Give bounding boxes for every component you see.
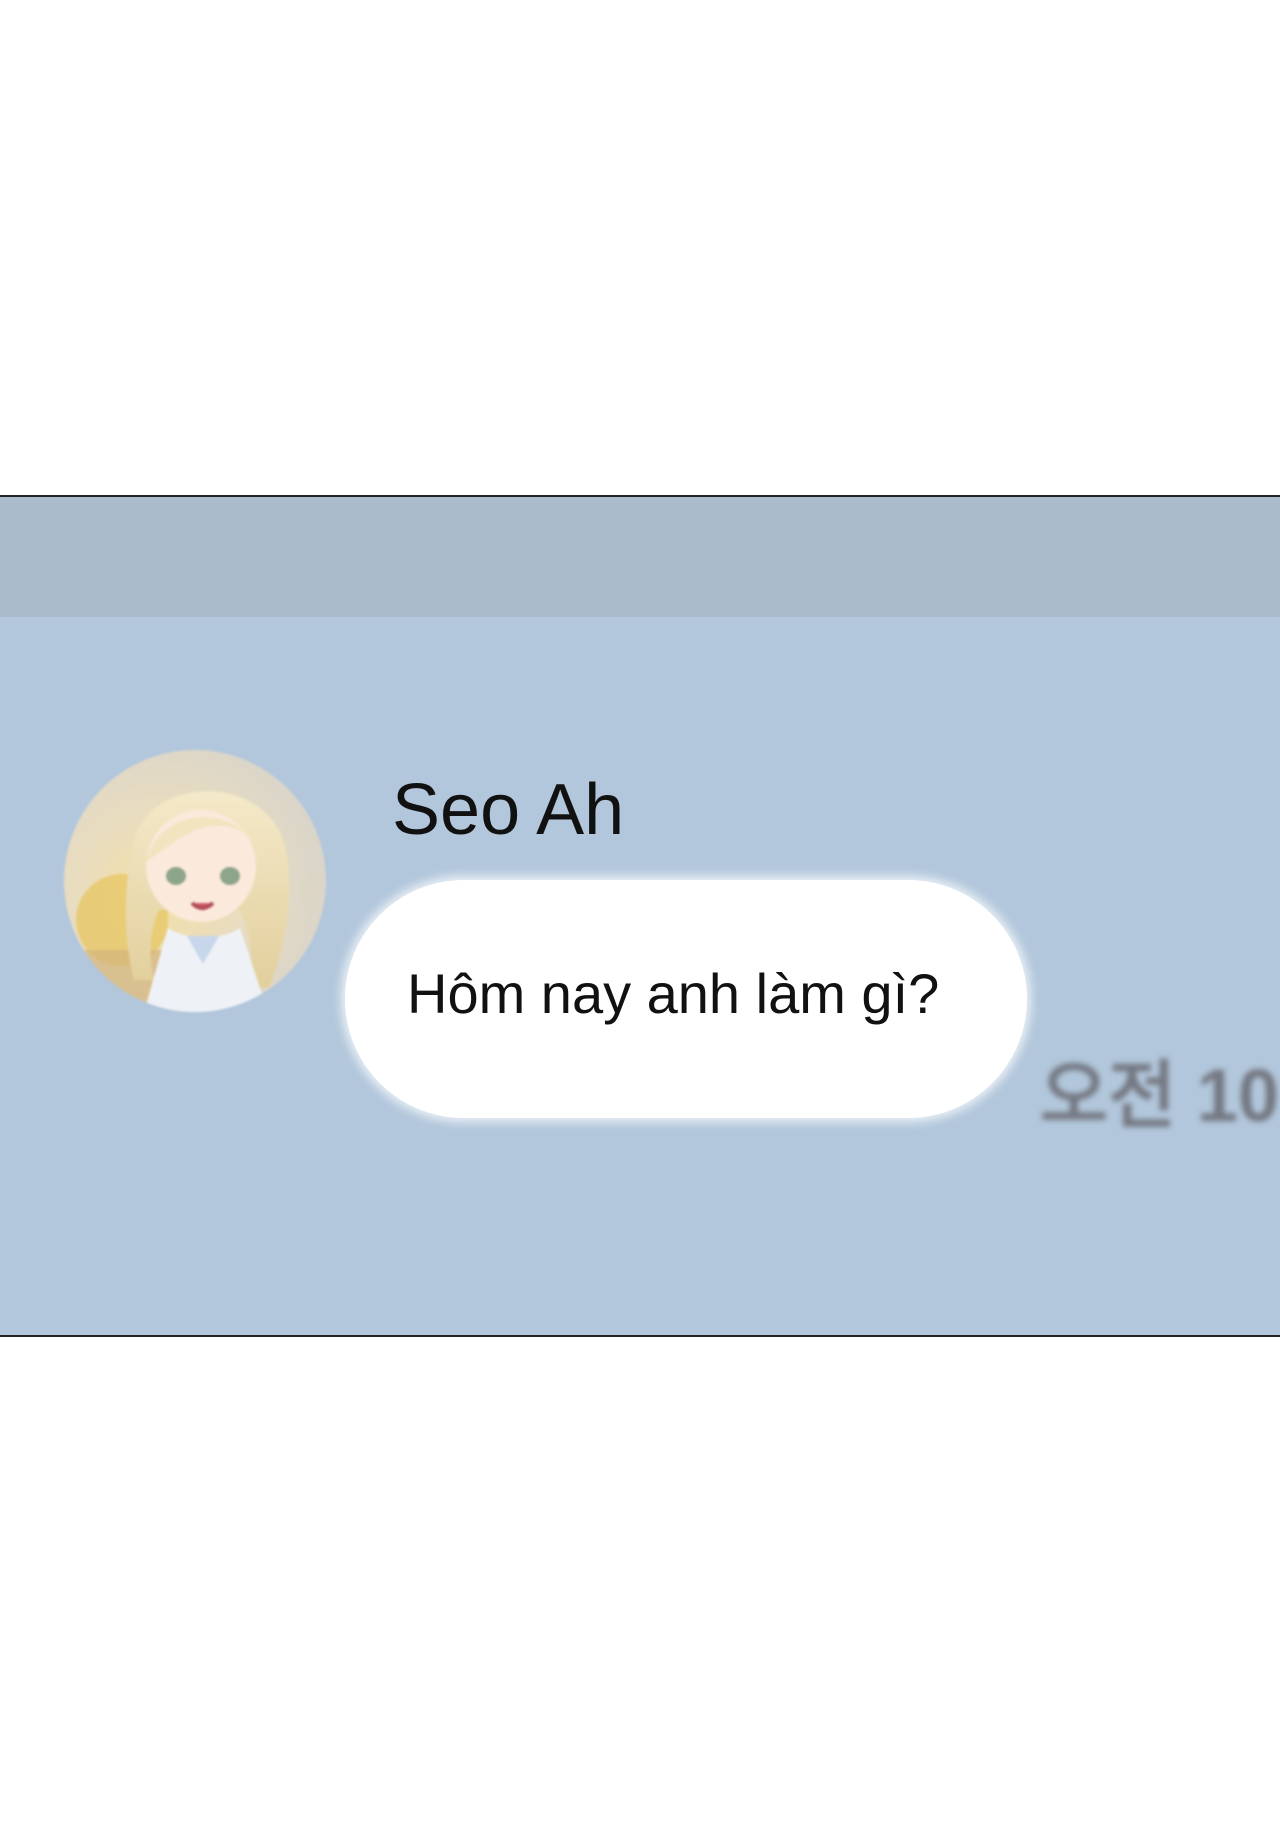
profile-photo-icon bbox=[64, 750, 326, 1012]
page: Seo Ah Hôm nay anh làm gì? 오전 10 bbox=[0, 0, 1280, 1838]
avatar[interactable] bbox=[64, 750, 326, 1012]
chat-screen: Seo Ah Hôm nay anh làm gì? 오전 10 bbox=[0, 495, 1280, 1337]
sender-name: Seo Ah bbox=[392, 770, 625, 850]
message-timestamp: 오전 10 bbox=[1040, 1054, 1280, 1137]
message-text: Hôm nay anh làm gì? bbox=[407, 962, 940, 1025]
chat-header-bar bbox=[0, 497, 1280, 617]
message-bubble[interactable]: Hôm nay anh làm gì? bbox=[345, 880, 1027, 1118]
